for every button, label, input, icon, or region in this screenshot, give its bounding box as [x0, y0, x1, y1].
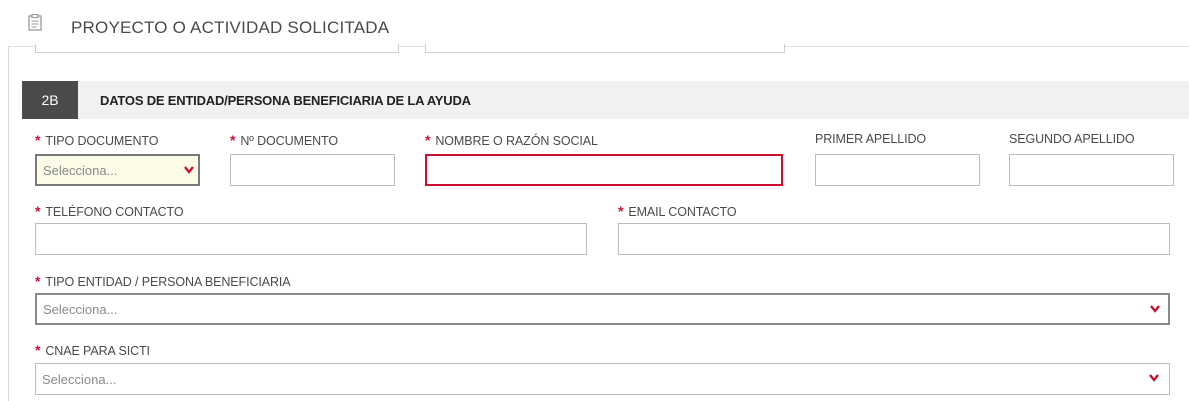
chevron-down-icon — [1150, 305, 1160, 313]
required-asterisk: * — [35, 203, 41, 219]
telefono-label: * TELÉFONO CONTACTO — [35, 203, 184, 219]
partial-field — [425, 44, 785, 53]
partial-field — [35, 44, 399, 53]
required-asterisk: * — [35, 132, 41, 148]
nombre-input[interactable] — [425, 154, 783, 186]
section-title: PROYECTO O ACTIVIDAD SOLICITADA — [71, 18, 390, 37]
cnae-select[interactable]: Selecciona... — [35, 363, 1170, 395]
cnae-label: * CNAE PARA SICTI — [35, 342, 150, 358]
required-asterisk: * — [35, 342, 41, 358]
nombre-label: * NOMBRE O RAZÓN SOCIAL — [425, 132, 598, 148]
required-asterisk: * — [425, 132, 431, 148]
subsection-header: 2B DATOS DE ENTIDAD/PERSONA BENEFICIARIA… — [22, 81, 1189, 119]
required-asterisk: * — [230, 132, 236, 148]
primer-apellido-label: PRIMER APELLIDO — [815, 132, 927, 146]
n-documento-input[interactable] — [230, 154, 395, 186]
email-input[interactable] — [618, 223, 1170, 255]
chevron-down-icon — [1149, 374, 1159, 382]
tipo-documento-select[interactable]: Selecciona... — [35, 154, 200, 186]
tipo-entidad-select[interactable]: Selecciona... — [35, 293, 1170, 325]
primer-apellido-input[interactable] — [815, 154, 980, 186]
segundo-apellido-input[interactable] — [1009, 154, 1174, 186]
telefono-input[interactable] — [35, 223, 587, 255]
chevron-down-icon — [184, 166, 194, 174]
required-asterisk: * — [35, 273, 41, 289]
email-label: * EMAIL CONTACTO — [618, 203, 737, 219]
page-left-border — [8, 0, 9, 401]
segundo-apellido-label: SEGUNDO APELLIDO — [1009, 132, 1135, 146]
tipo-documento-label: * TIPO DOCUMENTO — [35, 132, 159, 148]
clipboard-icon — [28, 14, 42, 31]
subsection-title: DATOS DE ENTIDAD/PERSONA BENEFICIARIA DE… — [100, 93, 471, 108]
subsection-number-badge: 2B — [22, 81, 78, 119]
required-asterisk: * — [618, 203, 624, 219]
section-header-bar: PROYECTO O ACTIVIDAD SOLICITADA — [8, 0, 1189, 47]
tipo-entidad-label: * TIPO ENTIDAD / PERSONA BENEFICIARIA — [35, 273, 291, 289]
n-documento-label: * Nº DOCUMENTO — [230, 132, 338, 148]
